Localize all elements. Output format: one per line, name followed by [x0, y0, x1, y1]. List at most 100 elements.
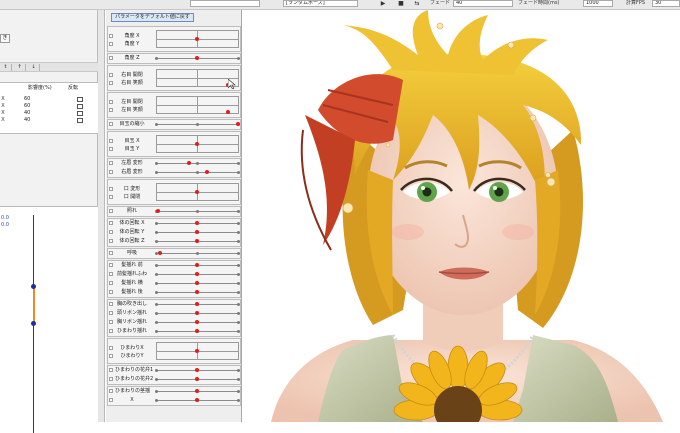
parameter-lock-checkbox[interactable]: [109, 138, 113, 143]
parameter-lock-checkbox[interactable]: [109, 239, 113, 243]
parameter-label: 左眉 変形: [121, 160, 143, 166]
slider-handle[interactable]: [186, 161, 191, 165]
parameter-lock-checkbox[interactable]: [109, 290, 113, 294]
parameter-label: 前髪揺れふわ: [116, 271, 148, 277]
parameter-lock-checkbox[interactable]: [109, 272, 113, 276]
parameter-lock-checkbox[interactable]: [109, 33, 113, 38]
slider-handle[interactable]: [195, 377, 199, 381]
parameter-lock-checkbox[interactable]: [109, 345, 113, 350]
pad-handle[interactable]: [195, 190, 199, 194]
pad-handle[interactable]: [195, 37, 199, 41]
table-row[interactable]: X 60: [0, 103, 98, 110]
parameter-lock-checkbox[interactable]: [109, 377, 113, 381]
slider-handle[interactable]: [195, 221, 199, 225]
parameter-lock-checkbox[interactable]: [109, 251, 113, 255]
parameter-lock-checkbox[interactable]: [109, 147, 113, 152]
model-canvas[interactable]: [243, 10, 680, 422]
parameter-group: 左目 開閉 左目 笑顔: [107, 92, 241, 118]
fps-select[interactable]: 30: [652, 0, 680, 7]
toolbar-blank-field[interactable]: [190, 0, 260, 7]
parameter-label: 髪揺れ 前: [121, 262, 143, 268]
table-row[interactable]: X 40: [0, 117, 98, 124]
slider-handle[interactable]: [155, 209, 160, 213]
parameter-lock-checkbox[interactable]: [109, 389, 113, 393]
pad-handle[interactable]: [226, 109, 231, 114]
slider-tick: [237, 303, 240, 306]
influence-value[interactable]: 60: [24, 103, 30, 110]
slider-handle[interactable]: [195, 230, 199, 234]
slider-handle[interactable]: [195, 329, 199, 333]
loop-icon[interactable]: ⇆: [412, 0, 422, 8]
slider-tick: [155, 231, 158, 234]
parameter-lock-checkbox[interactable]: [109, 195, 113, 200]
parameter-lock-checkbox[interactable]: [109, 42, 113, 47]
parameter-lock-checkbox[interactable]: [109, 368, 113, 372]
table-row[interactable]: X 60: [0, 96, 98, 103]
slider-handle[interactable]: [195, 281, 199, 285]
slider-handle[interactable]: [195, 320, 199, 324]
parameter-lock-checkbox[interactable]: [109, 72, 113, 77]
slider-tick: [237, 291, 240, 294]
slider-handle[interactable]: [158, 251, 163, 255]
invert-checkbox[interactable]: [77, 104, 83, 109]
slider-handle[interactable]: [195, 239, 199, 243]
parameter-lock-checkbox[interactable]: [109, 122, 113, 126]
slider-handle[interactable]: [236, 122, 240, 126]
slider-handle[interactable]: [195, 389, 199, 393]
parameter-lock-checkbox[interactable]: [109, 329, 113, 333]
parameter-lock-checkbox[interactable]: [109, 302, 113, 306]
parameter-lock-checkbox[interactable]: [109, 186, 113, 191]
play-icon[interactable]: ▶: [378, 0, 388, 8]
fade-time-input[interactable]: 1000: [583, 0, 613, 7]
parameter-lock-checkbox[interactable]: [109, 230, 113, 234]
parameter-lock-checkbox[interactable]: [109, 281, 113, 285]
slider-handle[interactable]: [195, 368, 199, 372]
slider-handle[interactable]: [195, 398, 199, 402]
parameter-label: 体の回転 X: [119, 220, 145, 226]
parameter-lock-checkbox[interactable]: [109, 221, 113, 225]
parameter-lock-checkbox[interactable]: [109, 311, 113, 315]
parameter-lock-checkbox[interactable]: [109, 320, 113, 324]
pad-handle[interactable]: [195, 349, 199, 353]
invert-checkbox[interactable]: [77, 97, 83, 102]
invert-checkbox[interactable]: [77, 118, 83, 123]
slider-tick: [237, 162, 240, 165]
slider-handle[interactable]: [195, 56, 199, 60]
fade-select[interactable]: 40: [453, 0, 513, 7]
curve-graph[interactable]: 0.0 0.0: [0, 206, 98, 433]
parameter-group: 角度 Z: [107, 53, 241, 64]
parameter-lock-checkbox[interactable]: [109, 108, 113, 113]
graph-key-point[interactable]: [31, 321, 36, 326]
slider-handle[interactable]: [204, 170, 209, 174]
parameter-lock-checkbox[interactable]: [109, 354, 113, 359]
influence-value[interactable]: 60: [24, 96, 30, 103]
stop-icon[interactable]: ■: [396, 0, 406, 8]
parameter-lock-checkbox[interactable]: [109, 56, 113, 60]
graph-key-point[interactable]: [31, 284, 36, 289]
move-down-button[interactable]: ↓: [28, 64, 40, 71]
slider-handle[interactable]: [195, 290, 199, 294]
parameter-lock-checkbox[interactable]: [109, 398, 113, 402]
slider-handle[interactable]: [195, 263, 199, 267]
parameter-lock-checkbox[interactable]: [109, 161, 113, 165]
slider-handle[interactable]: [195, 272, 199, 276]
slider-handle[interactable]: [195, 311, 199, 315]
move-up-button[interactable]: ↑: [14, 64, 26, 71]
table-row[interactable]: X 40: [0, 110, 98, 117]
parameter-lock-checkbox[interactable]: [109, 263, 113, 267]
pad-handle[interactable]: [195, 142, 199, 146]
influence-value[interactable]: 40: [24, 110, 30, 117]
parameter-lock-checkbox[interactable]: [109, 81, 113, 86]
influence-value[interactable]: 40: [24, 117, 30, 124]
slider-tick: [237, 57, 240, 60]
left-panel-button[interactable]: き: [0, 34, 10, 43]
left-panel-scrollbar[interactable]: [98, 10, 105, 422]
tab-t[interactable]: t: [0, 64, 12, 71]
parameter-lock-checkbox[interactable]: [109, 209, 113, 213]
reset-parameters-button[interactable]: パラメータをデフォルト値に戻す: [111, 13, 194, 22]
parameter-lock-checkbox[interactable]: [109, 99, 113, 104]
parameter-lock-checkbox[interactable]: [109, 170, 113, 174]
slider-handle[interactable]: [195, 302, 199, 306]
random-pose-combo[interactable]: [ランダムポーズ]: [283, 0, 358, 7]
invert-checkbox[interactable]: [77, 111, 83, 116]
